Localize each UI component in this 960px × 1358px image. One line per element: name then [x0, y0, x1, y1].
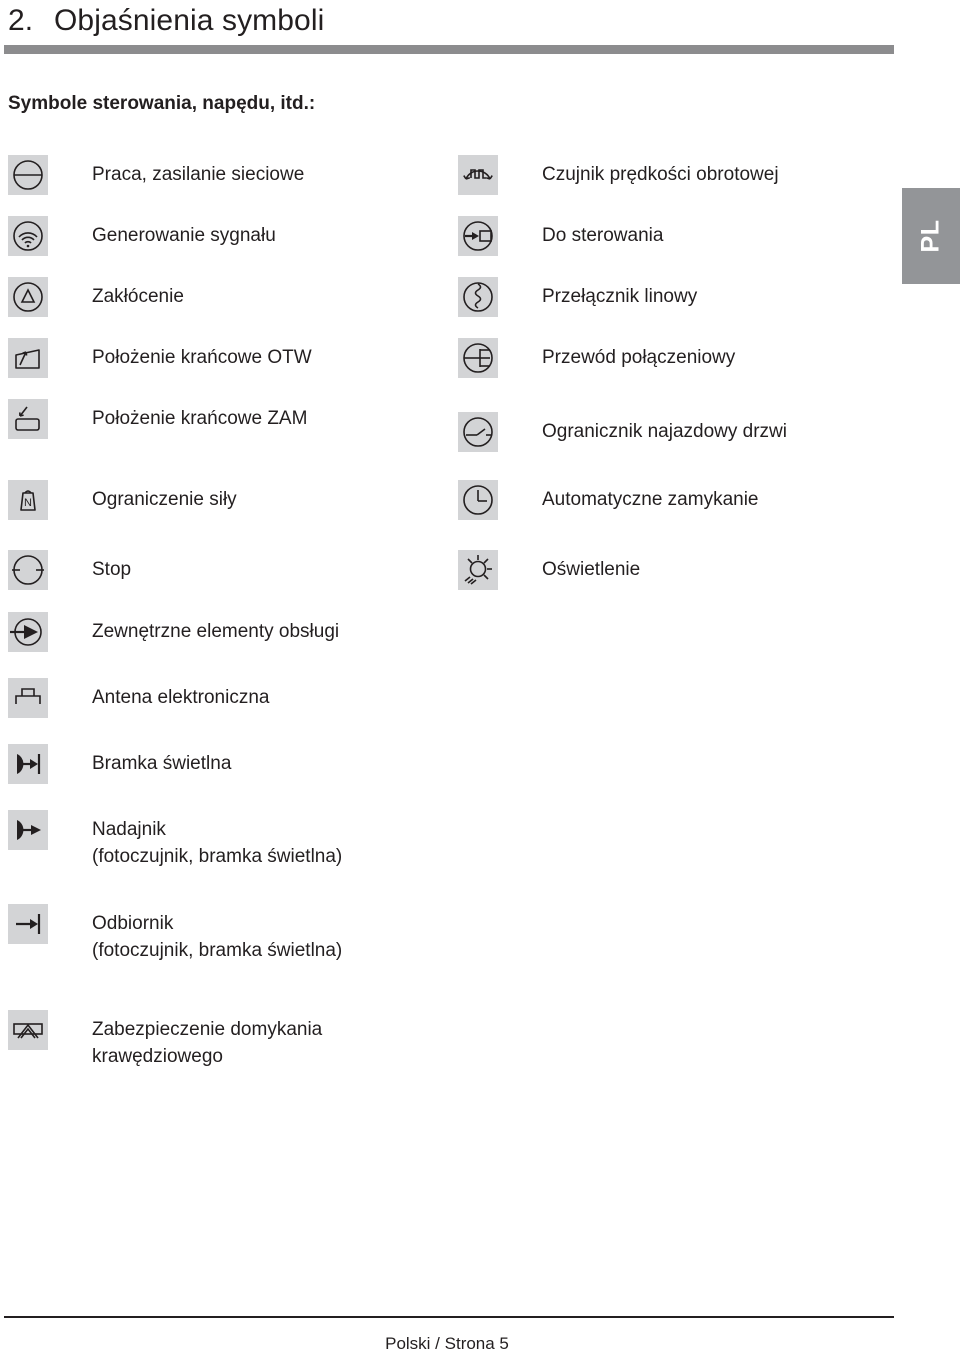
legend-row: Stop — [8, 550, 448, 590]
legend-row: Ogranicznik najazdowy drzwi — [458, 412, 898, 452]
legend-label: Przełącznik linowy — [542, 286, 698, 307]
legend-label: Odbiornik (fotoczujnik, bramka świetlna) — [92, 913, 343, 961]
door-limit-open-icon — [8, 338, 48, 378]
legend-row: Przewód połączeniowy — [458, 338, 898, 378]
door-travel-limiter-icon — [458, 412, 498, 452]
legend-row: Automatyczne zamykanie — [458, 480, 898, 520]
svg-text:N: N — [24, 497, 32, 509]
legend-row: Zewnętrzne elementy obsługi — [8, 612, 448, 652]
light-barrier-icon — [8, 744, 48, 784]
door-limit-closed-icon — [8, 399, 48, 439]
legend-label: Praca, zasilanie sieciowe — [92, 164, 305, 185]
section-title: Symbole sterowania, napędu, itd.: — [8, 93, 316, 114]
warning-triangle-circle-icon — [8, 277, 48, 317]
language-tab-pl: PL — [902, 188, 960, 284]
legend-row: Oświetlenie — [458, 550, 898, 590]
legend-row: Praca, zasilanie sieciowe — [8, 155, 448, 195]
auto-close-timer-icon — [458, 480, 498, 520]
legend-label: Generowanie sygnału — [92, 225, 276, 246]
legend-label: Położenie krańcowe ZAM — [92, 408, 308, 429]
receiver-icon — [8, 904, 48, 944]
legend-label: Położenie krańcowe OTW — [92, 347, 312, 368]
circle-half-filled-icon — [8, 155, 48, 195]
lighting-bulb-icon — [458, 550, 498, 590]
legend-label: Czujnik prędkości obrotowej — [542, 164, 779, 185]
legend-row: Przełącznik linowy — [458, 277, 898, 317]
legend-label: Zabezpieczenie domykania krawędziowego — [92, 1019, 323, 1067]
connection-cable-icon — [458, 338, 498, 378]
language-tab-label: PL — [916, 219, 945, 253]
rotation-speed-sensor-icon — [458, 155, 498, 195]
force-weight-newton-icon: N — [8, 480, 48, 520]
rope-switch-icon — [458, 277, 498, 317]
legend-label: Ogranicznik najazdowy drzwi — [542, 421, 787, 442]
closing-edge-safety-icon — [8, 1010, 48, 1050]
signal-waves-icon — [8, 216, 48, 256]
chapter-title: Objaśnienia symboli — [54, 4, 325, 37]
legend-row: Czujnik prędkości obrotowej — [458, 155, 898, 195]
legend-label: Ograniczenie siły — [92, 489, 237, 510]
legend-row: Położenie krańcowe ZAM — [8, 399, 448, 439]
heading-divider — [4, 45, 894, 54]
stop-circle-icon — [8, 550, 48, 590]
legend-label: Zakłócenie — [92, 286, 184, 307]
legend-row: Zakłócenie — [8, 277, 448, 317]
legend-row: Odbiornik (fotoczujnik, bramka świetlna) — [8, 904, 448, 964]
legend-label: Nadajnik (fotoczujnik, bramka świetlna) — [92, 819, 343, 867]
legend-row: Generowanie sygnału — [8, 216, 448, 256]
electronic-antenna-icon — [8, 678, 48, 718]
legend-label: Bramka świetlna — [92, 753, 232, 774]
legend-row: Do sterowania — [458, 216, 898, 256]
legend-label: Przewód połączeniowy — [542, 347, 736, 368]
footer-divider — [4, 1316, 894, 1318]
legend-row: Zabezpieczenie domykania krawędziowego — [8, 1010, 448, 1070]
legend-label: Zewnętrzne elementy obsługi — [92, 621, 340, 642]
footer-page-label: Polski / Strona 5 — [385, 1334, 509, 1353]
legend-label: Oświetlenie — [542, 559, 641, 580]
chapter-number: 2. — [8, 4, 34, 37]
page-title: 2. Objaśnienia symboli — [8, 4, 324, 38]
legend-row: Położenie krańcowe OTW — [8, 338, 448, 378]
to-control-unit-icon — [458, 216, 498, 256]
legend-label: Antena elektroniczna — [92, 687, 270, 708]
external-control-arrow-icon — [8, 612, 48, 652]
legend-row: Antena elektroniczna — [8, 678, 448, 718]
legend-label: Stop — [92, 559, 132, 580]
legend-label: Do sterowania — [542, 225, 664, 246]
transmitter-icon — [8, 810, 48, 850]
legend-row: Bramka świetlna — [8, 744, 448, 784]
legend-row: Nadajnik (fotoczujnik, bramka świetlna) — [8, 810, 448, 870]
legend-label: Automatyczne zamykanie — [542, 489, 759, 510]
legend-row: N Ograniczenie siły — [8, 480, 448, 520]
